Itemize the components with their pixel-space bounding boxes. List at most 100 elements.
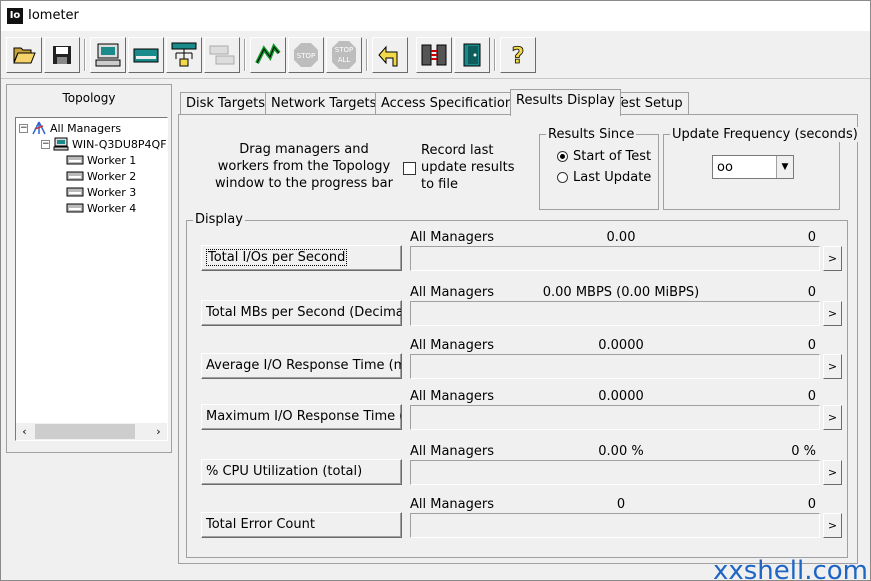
computer-icon [53, 137, 69, 151]
stop-button[interactable]: STOP [288, 37, 324, 73]
metric-progress-bar [410, 460, 820, 485]
metric-max: 0 [807, 338, 816, 353]
record-results-label[interactable]: Record last update results to file [421, 142, 531, 193]
expand-arrow-button[interactable]: > [823, 246, 842, 271]
metric-progress-bar [410, 354, 820, 379]
metric-select-button[interactable]: % CPU Utilization (total) [201, 459, 402, 485]
metric-manager: All Managers [410, 497, 495, 512]
iometer-window: Io Iometer STOP STOP ALL ? Topology − Al… [0, 0, 871, 581]
metric-manager: All Managers [410, 230, 495, 245]
open-button[interactable] [6, 37, 42, 73]
disk-worker-icon [66, 203, 84, 213]
metric-value: 0.00 MBPS (0.00 MiBPS) [542, 285, 700, 300]
scroll-thumb[interactable] [35, 424, 135, 439]
metric-manager: All Managers [410, 285, 495, 300]
radio-start-of-test-label[interactable]: Start of Test [573, 149, 651, 164]
reset-workers-button[interactable] [372, 37, 408, 73]
disconnect-icon [421, 44, 447, 66]
disk-worker-icon [66, 187, 84, 197]
metric-value: 0 [616, 497, 626, 512]
metric-select-button[interactable]: Maximum I/O Response Time (ms) [201, 404, 402, 430]
metric-manager: All Managers [410, 444, 495, 459]
expand-arrow-button[interactable]: > [823, 354, 842, 379]
tab-access-specifications[interactable]: Access Specifications [375, 92, 526, 115]
metric-select-button[interactable]: Total MBs per Second (Decimal) [201, 300, 402, 326]
metric-progress-bar [410, 405, 820, 430]
metric-label: Total I/Os per Second [206, 249, 348, 266]
tree-item-all-managers[interactable]: − All Managers [19, 120, 121, 136]
scroll-left-icon[interactable]: ‹ [16, 423, 33, 440]
metric-progress-bar [410, 513, 820, 538]
stop-all-icon: STOP ALL [332, 41, 356, 69]
horizontal-scrollbar[interactable]: ‹ › [16, 423, 167, 440]
open-icon [13, 47, 36, 64]
metric-progress-bar [410, 246, 820, 271]
tab-network-targets[interactable]: Network Targets [265, 92, 383, 115]
start-new-manager-button[interactable] [90, 37, 126, 73]
radio-start-of-test[interactable] [557, 151, 568, 162]
radio-last-update[interactable] [557, 172, 568, 183]
exit-button[interactable] [454, 37, 490, 73]
tree-item-worker-3[interactable]: Worker 3 [66, 184, 136, 200]
metric-label: Total MBs per Second (Decimal) [206, 305, 402, 320]
start-new-disk-worker-button[interactable] [128, 37, 164, 73]
exit-icon [463, 43, 481, 67]
metric-max: 0 [807, 230, 816, 245]
metric-value: 0.0000 [598, 389, 644, 404]
metric-select-button[interactable]: Average I/O Response Time (ms) [201, 353, 402, 379]
metric-max: 0 [807, 497, 816, 512]
metric-select-button[interactable]: Total I/Os per Second [201, 245, 402, 271]
update-frequency-value: oo [717, 160, 733, 175]
disconnect-button[interactable] [416, 37, 452, 73]
radio-last-update-label[interactable]: Last Update [573, 170, 651, 185]
collapse-icon[interactable]: − [41, 139, 50, 149]
tab-disk-targets[interactable]: Disk Targets [180, 92, 272, 115]
expand-arrow-button[interactable]: > [823, 301, 842, 326]
metric-value: 0.00 [606, 230, 636, 245]
tree-label: Worker 2 [87, 169, 137, 183]
scroll-right-icon[interactable]: › [150, 423, 167, 440]
toolbar: STOP STOP ALL ? [1, 31, 870, 79]
tree-item-worker-4[interactable]: Worker 4 [66, 200, 136, 216]
metric-max: 0 [807, 285, 816, 300]
stop-all-button[interactable]: STOP ALL [326, 37, 362, 73]
expand-arrow-button[interactable]: > [823, 405, 842, 430]
metric-select-button[interactable]: Total Error Count [201, 512, 402, 538]
update-frequency-select[interactable]: oo ▼ [712, 155, 794, 179]
svg-text:ALL: ALL [338, 56, 351, 64]
record-results-checkbox[interactable] [403, 162, 416, 175]
metric-label: Total Error Count [206, 517, 315, 532]
chevron-down-icon[interactable]: ▼ [776, 156, 793, 178]
tree-item-worker-2[interactable]: Worker 2 [66, 168, 136, 184]
metric-max: 0 % [791, 444, 816, 459]
all-managers-icon [32, 121, 46, 135]
drag-instructions: Drag managers and workers from the Topol… [215, 142, 393, 191]
display-title: Display [193, 212, 245, 227]
disk-worker-icon [66, 171, 84, 181]
expand-arrow-button[interactable]: > [823, 460, 842, 485]
tab-results-display[interactable]: Results Display [510, 89, 621, 116]
help-button[interactable]: ? [500, 37, 536, 73]
metric-manager: All Managers [410, 389, 495, 404]
tree-label: Worker 3 [87, 185, 137, 199]
metric-max: 0 [807, 389, 816, 404]
tree-item-worker-1[interactable]: Worker 1 [66, 152, 136, 168]
update-frequency-title: Update Frequency (seconds) [670, 127, 860, 142]
metric-label: Maximum I/O Response Time (ms) [206, 409, 401, 424]
topology-tree: − All Managers − WIN-Q3DU8P4QF Worker 1 … [15, 117, 168, 441]
start-new-network-worker-button[interactable] [166, 37, 202, 73]
duplicate-worker-button[interactable] [204, 37, 240, 73]
collapse-icon[interactable]: − [19, 123, 28, 133]
tree-label: Worker 1 [87, 153, 137, 167]
tree-item-manager[interactable]: − WIN-Q3DU8P4QF [41, 136, 167, 152]
window-title: Iometer [28, 8, 79, 23]
save-button[interactable] [44, 37, 80, 73]
expand-arrow-button[interactable]: > [823, 513, 842, 538]
metric-manager: All Managers [410, 338, 495, 353]
start-tests-button[interactable] [250, 37, 286, 73]
svg-text:STOP: STOP [335, 46, 353, 54]
title-bar: Io Iometer [1, 1, 870, 31]
svg-text:STOP: STOP [297, 52, 315, 60]
tree-label: WIN-Q3DU8P4QF [72, 137, 167, 151]
tree-label: All Managers [50, 121, 122, 135]
